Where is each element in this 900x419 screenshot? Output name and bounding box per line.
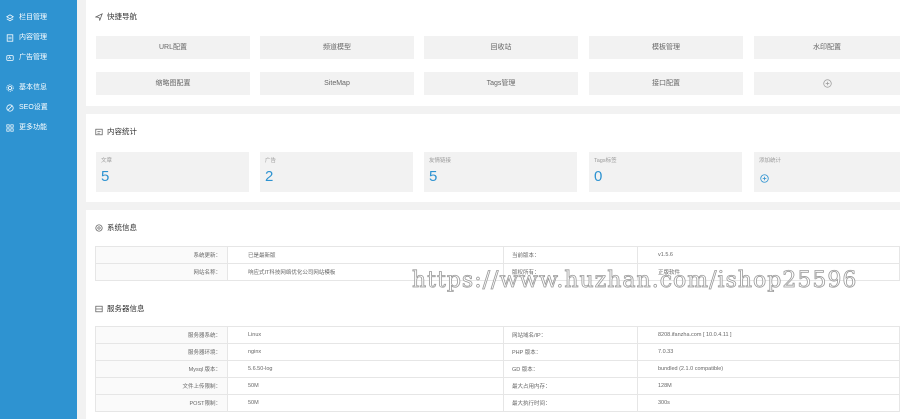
sidebar-item-basic-info[interactable]: 基本信息 bbox=[0, 78, 77, 98]
info-key: 网站域名/IP： bbox=[503, 326, 638, 344]
server-info-title: 服务器信息 bbox=[95, 303, 145, 315]
info-key: 服务器环境： bbox=[95, 343, 228, 361]
table-row: 网站名称： 响应式IT科技网络优化公司网站模板 版权所有： 正版软件 bbox=[95, 263, 900, 281]
stat-label: 友情链接 bbox=[429, 158, 452, 164]
nav-template-manage[interactable]: 模板管理 bbox=[589, 36, 743, 59]
nav-url-config[interactable]: URL配置 bbox=[96, 36, 250, 59]
table-row: POST限制： 50M 最大执行时间： 300s bbox=[95, 394, 900, 412]
gear-icon bbox=[5, 84, 14, 93]
stat-articles[interactable]: 文章 5 bbox=[96, 152, 249, 192]
info-key: 系统更新： bbox=[95, 246, 228, 264]
info-key: Mysql 版本： bbox=[95, 360, 228, 378]
info-value: 响应式IT科技网络优化公司网站模板 bbox=[227, 263, 504, 281]
sidebar-item-label: SEO设置 bbox=[19, 104, 48, 111]
nav-api-config[interactable]: 接口配置 bbox=[589, 72, 743, 95]
sidebar-item-more[interactable]: 更多功能 bbox=[0, 118, 77, 138]
stat-value: 5 bbox=[101, 168, 110, 185]
sidebar: 栏目管理 内容管理 广告管理 基本信息 SEO设置 更多功能 bbox=[0, 0, 77, 419]
info-value: 正版软件 bbox=[637, 263, 900, 281]
nav-thumbnail-config[interactable]: 缩略图配置 bbox=[96, 72, 250, 95]
system-info-title: 系统信息 bbox=[95, 222, 137, 234]
info-value: 50M bbox=[227, 377, 504, 395]
grid-icon bbox=[5, 124, 14, 133]
info-value: 7.0.33 bbox=[637, 343, 900, 361]
nav-watermark-config[interactable]: 水印配置 bbox=[754, 36, 900, 59]
info-key: 最大占用内存： bbox=[503, 377, 638, 395]
sidebar-item-content[interactable]: 内容管理 bbox=[0, 28, 77, 48]
plus-circle-icon bbox=[822, 79, 832, 88]
stat-value: 0 bbox=[594, 168, 603, 185]
info-value: nginx bbox=[227, 343, 504, 361]
info-key: 服务器系统： bbox=[95, 326, 228, 344]
info-value: bundled (2.1.0 compatible) bbox=[637, 360, 900, 378]
stat-value: 5 bbox=[429, 168, 438, 185]
nav-recycle-bin[interactable]: 回收站 bbox=[424, 36, 578, 59]
seo-icon bbox=[5, 104, 14, 113]
sidebar-item-label: 广告管理 bbox=[19, 54, 47, 61]
table-row: 文件上传限制： 50M 最大占用内存： 128M bbox=[95, 377, 900, 395]
system-info-table: 系统更新： 已是最新版 当前版本： v1.5.6 网站名称： 响应式IT科技网络… bbox=[95, 246, 900, 281]
info-value: 8208.ifanzha.com [ 10.0.4.11 ] bbox=[637, 326, 900, 344]
info-value: 50M bbox=[227, 394, 504, 412]
table-row: 系统更新： 已是最新版 当前版本： v1.5.6 bbox=[95, 246, 900, 264]
info-key: POST限制： bbox=[95, 394, 228, 412]
info-key: 当前版本： bbox=[503, 246, 638, 264]
quick-nav-title: 快捷导航 bbox=[95, 11, 137, 23]
info-key: GD 版本： bbox=[503, 360, 638, 378]
info-circle-icon bbox=[95, 224, 103, 232]
sidebar-item-label: 基本信息 bbox=[19, 84, 47, 91]
info-value: 5.6.50-log bbox=[227, 360, 504, 378]
ad-icon bbox=[5, 54, 14, 63]
info-key: 网站名称： bbox=[95, 263, 228, 281]
info-value: 已是最新版 bbox=[227, 246, 504, 264]
nav-sitemap[interactable]: SiteMap bbox=[260, 72, 414, 95]
sidebar-item-label: 栏目管理 bbox=[19, 14, 47, 21]
nav-tags-manage[interactable]: Tags管理 bbox=[424, 72, 578, 95]
plus-circle-icon bbox=[760, 174, 769, 183]
main-content: 快捷导航 URL配置 频道模型 回收站 模板管理 水印配置 缩略图配置 Site… bbox=[86, 0, 900, 419]
nav-add-shortcut[interactable] bbox=[754, 72, 900, 95]
table-row: Mysql 版本： 5.6.50-log GD 版本： bundled (2.1… bbox=[95, 360, 900, 378]
info-key: 最大执行时间： bbox=[503, 394, 638, 412]
server-info-table: 服务器系统： Linux 网站域名/IP： 8208.ifanzha.com [… bbox=[95, 326, 900, 412]
nav-channel-model[interactable]: 频道模型 bbox=[260, 36, 414, 59]
info-key: 版权所有： bbox=[503, 263, 638, 281]
stat-label: 广告 bbox=[265, 158, 277, 164]
stat-tags[interactable]: Tags标签 0 bbox=[589, 152, 742, 192]
document-icon bbox=[5, 34, 14, 43]
server-icon bbox=[95, 305, 103, 313]
info-key: 文件上传限制： bbox=[95, 377, 228, 395]
info-panel: 系统信息 系统更新： 已是最新版 当前版本： v1.5.6 网站名称： 响应式I… bbox=[86, 210, 900, 419]
sidebar-item-label: 内容管理 bbox=[19, 34, 47, 41]
stat-add[interactable]: 添加统计 bbox=[754, 152, 900, 192]
info-value: v1.5.6 bbox=[637, 246, 900, 264]
sidebar-item-column[interactable]: 栏目管理 bbox=[0, 8, 77, 28]
send-icon bbox=[95, 13, 103, 21]
layers-icon bbox=[5, 14, 14, 23]
stat-label: 文章 bbox=[101, 158, 113, 164]
info-value: 300s bbox=[637, 394, 900, 412]
table-row: 服务器系统： Linux 网站域名/IP： 8208.ifanzha.com [… bbox=[95, 326, 900, 344]
stats-title: 内容统计 bbox=[95, 126, 137, 138]
info-value: 128M bbox=[637, 377, 900, 395]
stat-label: 添加统计 bbox=[759, 158, 782, 164]
stat-label: Tags标签 bbox=[594, 158, 617, 164]
sidebar-item-seo[interactable]: SEO设置 bbox=[0, 98, 77, 118]
stat-links[interactable]: 友情链接 5 bbox=[424, 152, 577, 192]
chart-box-icon bbox=[95, 128, 103, 136]
stat-ads[interactable]: 广告 2 bbox=[260, 152, 413, 192]
sidebar-item-ads[interactable]: 广告管理 bbox=[0, 48, 77, 68]
sidebar-item-label: 更多功能 bbox=[19, 124, 47, 131]
info-value: Linux bbox=[227, 326, 504, 344]
table-row: 服务器环境： nginx PHP 版本： 7.0.33 bbox=[95, 343, 900, 361]
info-key: PHP 版本： bbox=[503, 343, 638, 361]
stat-value: 2 bbox=[265, 168, 274, 185]
quick-nav-panel: 快捷导航 URL配置 频道模型 回收站 模板管理 水印配置 缩略图配置 Site… bbox=[86, 0, 900, 106]
